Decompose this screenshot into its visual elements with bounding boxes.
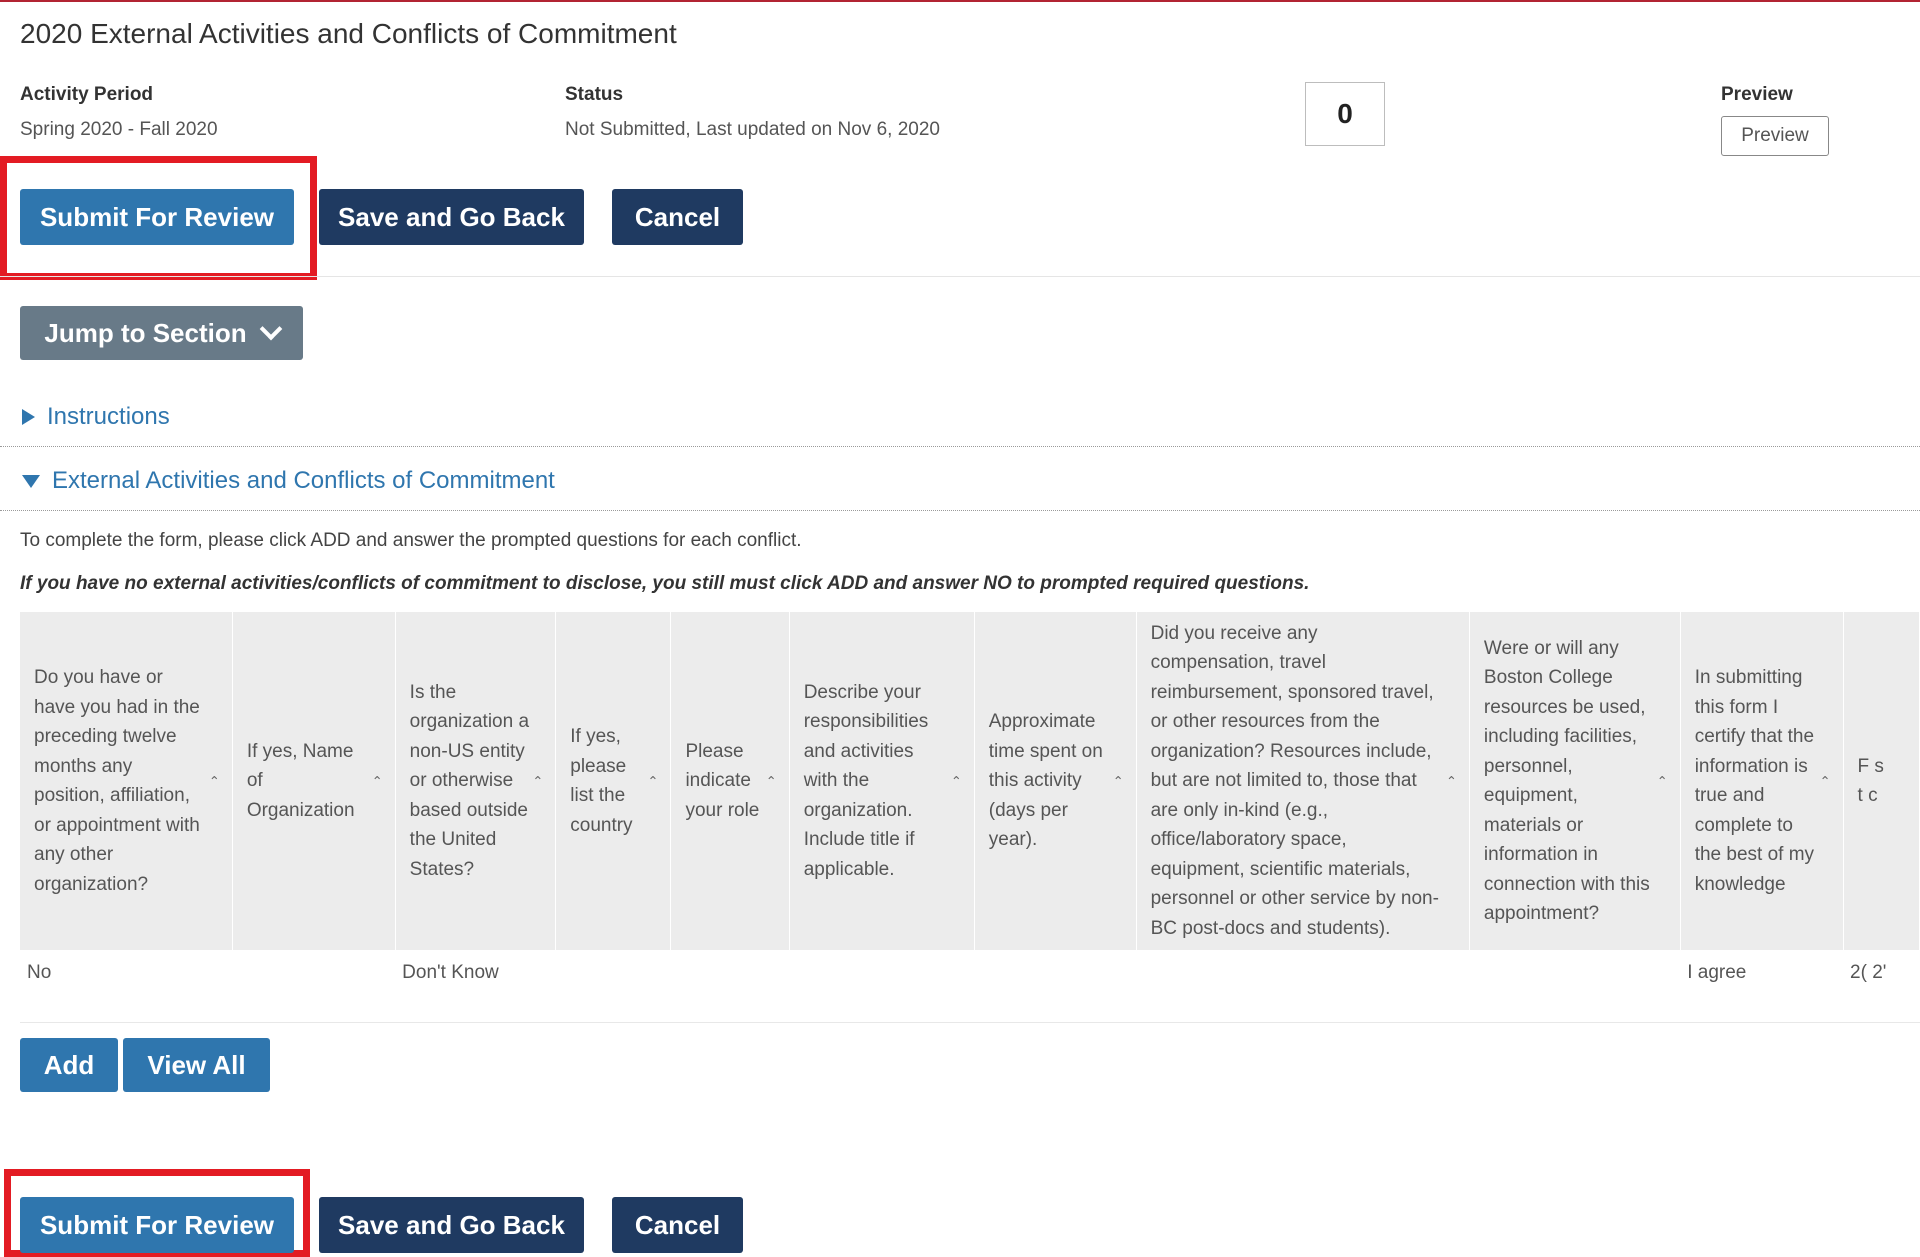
chevron-down-icon	[259, 317, 282, 341]
table-row[interactable]: No Don't Know I agree 2( 2'	[20, 950, 1920, 1022]
save-and-go-back-button-bottom[interactable]: Save and Go Back	[319, 1197, 584, 1253]
divider	[0, 446, 1920, 447]
external-activities-toggle[interactable]: External Activities and Conflicts of Com…	[22, 467, 555, 495]
table-cell	[671, 950, 789, 1022]
column-header[interactable]: Do you have or have you had in the prece…	[20, 612, 233, 950]
caret-down-icon	[22, 474, 40, 488]
table-cell	[1469, 950, 1680, 1022]
divider	[0, 276, 1920, 277]
activity-period-value: Spring 2020 - Fall 2020	[20, 119, 218, 140]
caret-right-icon	[22, 409, 35, 425]
sort-icon: ⌃	[532, 773, 544, 789]
column-header[interactable]: Describe your responsibilities and activ…	[789, 612, 975, 950]
jump-to-section-label: Jump to Section	[44, 317, 247, 348]
table-cell	[974, 950, 1136, 1022]
sort-icon: ⌃	[208, 773, 220, 789]
column-header[interactable]: Were or will any Boston College resource…	[1469, 612, 1681, 950]
table-cell	[232, 950, 395, 1022]
column-header[interactable]: F s t c	[1843, 612, 1920, 950]
table-cell	[1136, 950, 1469, 1022]
submit-for-review-button-bottom[interactable]: Submit For Review	[20, 1197, 294, 1253]
table-cell: Don't Know	[402, 962, 499, 983]
submit-for-review-button[interactable]: Submit For Review	[20, 189, 294, 245]
external-activities-label: External Activities and Conflicts of Com…	[52, 467, 555, 494]
sort-icon: ⌃	[371, 773, 383, 789]
sort-icon: ⌃	[647, 773, 659, 789]
table-header-row: Do you have or have you had in the prece…	[20, 612, 1920, 950]
top-accent-line	[0, 0, 1920, 2]
table-cell: 2( 2'	[1850, 962, 1887, 983]
status-label: Status	[565, 84, 624, 105]
add-button[interactable]: Add	[20, 1038, 118, 1092]
sort-icon: ⌃	[1446, 773, 1457, 789]
column-header[interactable]: If yes, please list the country ⌃	[555, 612, 672, 950]
column-header[interactable]: Is the organization a non-US entity or o…	[395, 612, 557, 950]
sort-icon: ⌃	[950, 773, 962, 789]
table-cell: I agree	[1687, 962, 1747, 983]
preview-button[interactable]: Preview	[1721, 116, 1829, 156]
column-header[interactable]: Approximate time spent on this activity …	[974, 612, 1137, 950]
column-header[interactable]: Did you receive any compensation, travel…	[1136, 612, 1470, 950]
cancel-button[interactable]: Cancel	[612, 189, 743, 245]
status-value: Not Submitted, Last updated on Nov 6, 20…	[565, 119, 940, 140]
sort-icon: ⌃	[765, 773, 777, 789]
divider	[0, 510, 1920, 511]
view-all-button[interactable]: View All	[123, 1038, 270, 1092]
table-cell	[556, 950, 671, 1022]
column-header[interactable]: In submitting this form I certify that t…	[1680, 612, 1844, 950]
page-title: 2020 External Activities and Conflicts o…	[20, 18, 677, 49]
sort-icon: ⌃	[1819, 773, 1831, 789]
no-conflict-note: If you have no external activities/confl…	[20, 573, 1310, 594]
preview-label: Preview	[1721, 84, 1793, 105]
column-header[interactable]: Please indicate your role ⌃	[670, 612, 790, 950]
table-cell: No	[27, 962, 52, 983]
cancel-button-bottom[interactable]: Cancel	[612, 1197, 743, 1253]
save-and-go-back-button[interactable]: Save and Go Back	[319, 189, 584, 245]
activity-period-label: Activity Period	[20, 84, 154, 105]
table-cell	[789, 950, 974, 1022]
count-box: 0	[1305, 82, 1385, 146]
column-header[interactable]: If yes, Name of Organization ⌃	[232, 612, 396, 950]
conflicts-table: Do you have or have you had in the prece…	[20, 612, 1920, 1024]
instructions-toggle[interactable]: Instructions	[22, 403, 170, 431]
instruction-text: To complete the form, please click ADD a…	[20, 530, 802, 551]
sort-icon: ⌃	[1656, 773, 1668, 789]
jump-to-section-button[interactable]: Jump to Section	[20, 306, 303, 360]
instructions-label: Instructions	[47, 403, 170, 430]
sort-icon: ⌃	[1112, 773, 1124, 789]
